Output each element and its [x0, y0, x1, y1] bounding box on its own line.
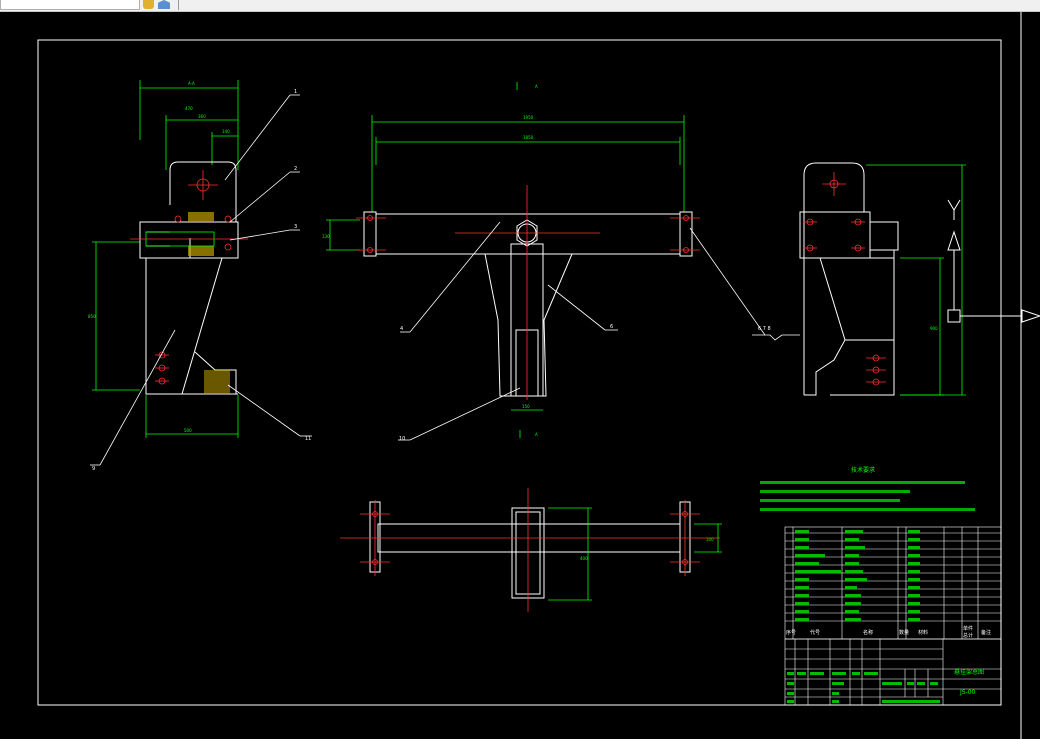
app-toolbar [0, 0, 1040, 12]
dim-text: A [535, 84, 538, 89]
balloon-6: 6 [610, 324, 613, 330]
dim-text: 500 [184, 428, 192, 433]
col-header-no: 序号 [786, 629, 796, 636]
side-view-left: A-A 470 360 140 850 500 [88, 80, 312, 466]
dim-text: 850 [88, 314, 96, 319]
part-name: 悬挂架总图 [954, 668, 984, 676]
col-header-code: 代号 [810, 629, 820, 636]
front-view-center: 1950 1850 130 150 A A [322, 82, 800, 441]
dim-text: 1850 [523, 135, 534, 140]
tech-requirements: 技术要求 [760, 466, 975, 511]
balloon-3: 3 [294, 224, 297, 230]
top-view-bottom: 400 100 [340, 488, 722, 612]
col-header-name: 名称 [863, 629, 873, 636]
command-input[interactable] [0, 0, 140, 10]
col-header-note: 备注 [981, 629, 991, 636]
title-block-fills [787, 672, 940, 703]
dim-text: 1950 [523, 115, 534, 120]
cad-drawing-canvas[interactable]: A-A 470 360 140 850 500 1950 1850 130 15… [0, 12, 1040, 739]
balloon-10: 10 [399, 436, 405, 442]
parts-list-cells [795, 530, 920, 621]
toolbar-divider [178, 0, 179, 10]
cube-3d-icon[interactable] [158, 0, 170, 9]
dim-text: A-A [188, 81, 195, 86]
dim-text: 140 [222, 129, 230, 134]
balloon-4: 4 [400, 326, 403, 332]
dim-text: 360 [198, 114, 206, 119]
balloon-labels: 1 2 3 4 6 6 7 8 9 10 11 [92, 89, 771, 472]
dim-text: 150 [522, 404, 530, 409]
balloon-9: 9 [92, 466, 95, 472]
side-view-right: 900 [799, 162, 1040, 396]
dim-text: 900 [930, 326, 938, 331]
dim-text: A [535, 432, 538, 437]
dim-text: 100 [706, 537, 714, 542]
open-file-icon[interactable] [143, 0, 154, 9]
balloon-2: 2 [294, 166, 297, 172]
col-header-unit: 单件 [963, 625, 973, 632]
dim-text: 130 [322, 234, 330, 239]
col-header-total: 总计 [963, 632, 973, 639]
balloon-11: 11 [305, 436, 311, 442]
col-header-material: 材料 [918, 629, 928, 636]
col-header-qty: 数量 [899, 629, 909, 636]
canvas-edge [1022, 12, 1040, 739]
balloon-678: 6 7 8 [758, 326, 771, 332]
dim-text: 470 [185, 106, 193, 111]
tech-req-title: 技术要求 [851, 466, 875, 474]
drawing-number: JS-00 [959, 689, 976, 696]
parts-list-header: 序号 代号 名称 数量 材料 单件 总计 备注 [786, 625, 991, 639]
parts-list [784, 526, 1002, 640]
dim-text: 400 [580, 556, 588, 561]
balloon-1: 1 [294, 89, 297, 95]
